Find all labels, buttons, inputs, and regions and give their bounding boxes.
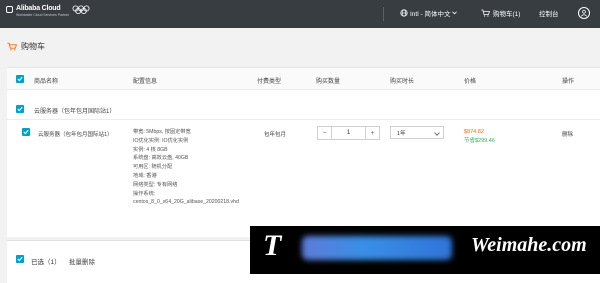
header-product-name: 商品名称: [34, 79, 59, 85]
header-config: 配置信息: [133, 79, 158, 85]
config-line: centos_8_0_x64_20G_alibase_20200218.vhd: [133, 199, 239, 206]
alibaba-cloud-logo[interactable]: Alibaba Cloud Worldwide Cloud Services P…: [6, 5, 90, 18]
quantity-stepper: − 1 +: [317, 126, 380, 140]
item-price: $874.82 节省$299.46: [464, 128, 495, 146]
delete-link[interactable]: 删除: [562, 130, 573, 138]
header-billing-type: 付费类型: [257, 79, 282, 85]
watermark-left-text: T: [263, 229, 282, 262]
cart-table: 商品名称 配置信息 付费类型 购买数量 购买时长 价格 操作 云服务器（包年包月…: [7, 67, 600, 237]
cart-label: 购物车(1): [493, 11, 521, 18]
product-group-row: 云服务器（包年包月国际站1）: [7, 102, 600, 116]
cart-icon: [481, 9, 490, 17]
alibaba-logo-icon: [6, 6, 13, 13]
duration-select[interactable]: 1年: [390, 126, 444, 139]
price-value: $874.82: [464, 129, 484, 135]
logo-subtitle: Worldwide Cloud Services Partner: [16, 13, 70, 17]
config-line: 网络类型: 专有网络: [133, 181, 178, 188]
item-checkbox[interactable]: [22, 128, 30, 136]
header-price: 价格: [464, 79, 477, 85]
increment-button[interactable]: +: [365, 127, 379, 139]
watermark-right-text: Weimahe.com: [471, 234, 587, 256]
check-icon: [17, 106, 23, 112]
table-header: 商品名称 配置信息 付费类型 购买数量 购买时长 价格 操作: [7, 68, 600, 90]
olympic-rings-icon: [72, 5, 90, 14]
group-checkbox[interactable]: [16, 105, 24, 113]
chevron-down-icon: [434, 130, 440, 136]
config-line: 操作系统:: [133, 190, 156, 197]
header-quantity: 购买数量: [316, 79, 341, 85]
selected-count: 已选（1）: [31, 259, 61, 266]
chevron-down-icon: [452, 11, 458, 15]
config-line: 实例: 4 核 8GB: [133, 146, 168, 153]
duration-value: 1年: [397, 130, 406, 137]
select-all-checkbox[interactable]: [16, 75, 24, 83]
item-product-name: 云服务器（包年包月国际站1）: [38, 132, 113, 138]
decrement-button[interactable]: −: [318, 127, 332, 139]
saving-value: 节省$299.46: [464, 138, 495, 144]
item-billing-type: 包年包月: [264, 132, 287, 138]
item-config-list: 带宽: 5Mbps, 按固定带宽 IO优化实例: IO优化实例 实例: 4 核 …: [133, 128, 239, 207]
table-row: 云服务器（包年包月国际站1） 带宽: 5Mbps, 按固定带宽 IO优化实例: …: [7, 119, 600, 237]
group-label: 云服务器（包年包月国际站1）: [34, 109, 116, 115]
config-line: 可用区: 随机分配: [133, 164, 173, 171]
bulk-delete-button[interactable]: 批量删除: [69, 256, 95, 266]
config-line: 地域: 香港: [133, 172, 157, 179]
quantity-input[interactable]: 1: [332, 127, 365, 139]
page-title: 购物车: [21, 42, 45, 51]
logo-title: Alibaba Cloud: [16, 5, 61, 12]
language-switcher[interactable]: Intl - 简体中文: [400, 8, 458, 18]
watermark-overlay: T Weimahe.com: [250, 226, 600, 274]
config-line: IO优化实例: IO优化实例: [133, 137, 189, 144]
header-actions: 操作: [562, 79, 575, 85]
cart-icon: [7, 42, 17, 51]
console-link[interactable]: 控制台: [539, 8, 559, 18]
check-icon: [23, 129, 29, 135]
language-label: Intl - 简体中文: [410, 11, 451, 18]
check-icon: [17, 76, 23, 82]
avatar[interactable]: [578, 7, 590, 19]
user-icon: [580, 10, 588, 17]
topbar-divider: [383, 7, 384, 21]
footer-select-all-checkbox[interactable]: [16, 255, 24, 263]
config-line: 带宽: 5Mbps, 按固定带宽: [133, 129, 191, 135]
top-navigation-bar: Alibaba Cloud Worldwide Cloud Services P…: [0, 0, 600, 28]
header-duration: 购买时长: [390, 79, 415, 85]
check-icon: [17, 256, 23, 262]
page-heading: 购物车: [7, 41, 45, 52]
globe-icon: [400, 9, 408, 17]
cart-link[interactable]: 购物车(1): [481, 8, 520, 18]
blurred-region: [302, 236, 452, 260]
config-line: 系统盘: 高效云盘, 40GB: [133, 155, 189, 162]
